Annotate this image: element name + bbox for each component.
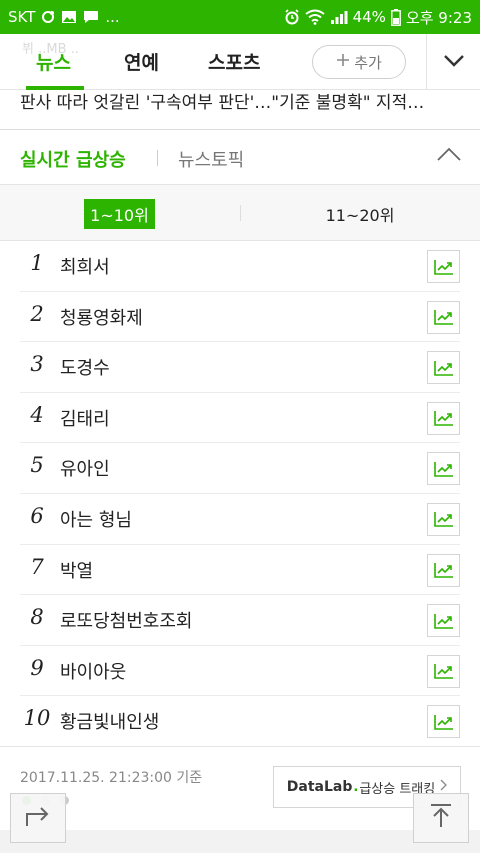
ranking-list: 1 최희서 2 청룡영화제 3 도경수 4 김태리 5 유아인 6 아는 형님 … <box>0 241 480 747</box>
clock: 오후 9:23 <box>405 8 472 27</box>
add-category-label: 추가 <box>354 53 382 72</box>
wifi-icon <box>304 9 325 25</box>
updated-timestamp: 2017.11.25. 21:23:00 기준 <box>20 770 203 786</box>
keyword-link[interactable]: 청룡영화제 <box>60 304 143 330</box>
ranking-row[interactable]: 5 유아인 <box>0 443 480 494</box>
trend-chart-icon[interactable] <box>427 300 460 334</box>
battery-icon <box>391 8 401 26</box>
datalab-dot: . <box>353 779 359 795</box>
chevron-up-icon[interactable] <box>436 146 462 166</box>
ranking-row[interactable]: 3 도경수 <box>0 342 480 393</box>
keyword-link[interactable]: 박열 <box>60 557 93 583</box>
tab-entertainment[interactable]: 연예 <box>124 48 159 75</box>
alarm-icon <box>284 9 300 25</box>
datalab-logo: DataLab <box>286 779 353 795</box>
ranking-row[interactable]: 6 아는 형님 <box>0 494 480 545</box>
range-tab-1-10[interactable]: 1~10위 <box>84 199 155 229</box>
more-notifications: ... <box>105 8 120 26</box>
ranking-row[interactable]: 4 김태리 <box>0 393 480 444</box>
category-tab-bar: 뷔 ..MB .. 뉴스 연예 스포츠 추가 <box>0 34 480 90</box>
tab-sports[interactable]: 스포츠 <box>208 48 260 75</box>
message-icon <box>83 10 99 24</box>
status-bar: SKT ... 44% 오후 9:23 <box>0 0 480 34</box>
divider <box>0 746 480 747</box>
trend-chart-icon[interactable] <box>427 553 460 587</box>
news-headline[interactable]: 판사 따라 엇갈린 '구속여부 판단'…"기준 불명확" 지적… <box>20 90 470 120</box>
keyword-link[interactable]: 아는 형님 <box>60 506 132 532</box>
ranking-row[interactable]: 8 로또당첨번호조회 <box>0 595 480 646</box>
rank-number: 5 <box>30 453 44 478</box>
add-category-button[interactable]: 추가 <box>312 45 406 79</box>
keyword-link[interactable]: 최희서 <box>60 253 110 279</box>
gallery-icon <box>61 10 77 24</box>
keyword-link[interactable]: 황금빛내인생 <box>60 708 159 734</box>
share-icon <box>24 804 52 832</box>
realtime-section-header: 실시간 급상승 뉴스토픽 <box>0 130 480 185</box>
rank-number: 2 <box>30 301 44 326</box>
divider <box>240 205 241 221</box>
scroll-top-button[interactable] <box>413 793 469 843</box>
trend-chart-icon[interactable] <box>427 401 460 435</box>
trend-chart-icon[interactable] <box>427 654 460 688</box>
keyword-link[interactable]: 바이아웃 <box>60 658 126 684</box>
range-tab-11-20[interactable]: 11~20위 <box>300 199 420 229</box>
rank-number: 4 <box>30 402 44 427</box>
rank-number: 10 <box>23 706 51 731</box>
trend-chart-icon[interactable] <box>427 351 460 385</box>
trend-chart-icon[interactable] <box>427 705 460 739</box>
keyword-link[interactable]: 도경수 <box>60 354 110 380</box>
next-section-edge <box>0 830 480 853</box>
rank-range-tabs: 1~10위 11~20위 <box>0 185 480 241</box>
ranking-row[interactable]: 10 황금빛내인생 <box>0 696 480 747</box>
plus-icon <box>336 53 350 71</box>
tab-news[interactable]: 뉴스 <box>36 48 71 75</box>
rank-number: 8 <box>30 605 44 630</box>
tab-realtime-rising[interactable]: 실시간 급상승 <box>20 146 126 172</box>
ranking-row[interactable]: 7 박열 <box>0 545 480 596</box>
rank-number: 6 <box>30 503 44 528</box>
sync-icon <box>41 10 55 24</box>
divider <box>157 150 158 166</box>
trend-chart-icon[interactable] <box>427 502 460 536</box>
battery-percent: 44% <box>352 8 386 26</box>
tab-news-topic[interactable]: 뉴스토픽 <box>178 146 244 172</box>
rank-number: 1 <box>30 251 44 275</box>
keyword-link[interactable]: 로또당첨번호조회 <box>60 607 192 633</box>
trend-chart-icon[interactable] <box>427 604 460 638</box>
category-dropdown-button[interactable] <box>426 34 480 90</box>
trend-chart-icon[interactable] <box>427 452 460 486</box>
ranking-row[interactable]: 2 청룡영화제 <box>0 292 480 343</box>
keyword-link[interactable]: 김태리 <box>60 405 110 431</box>
arrow-up-icon <box>429 803 453 833</box>
signal-icon <box>330 10 348 24</box>
ranking-row[interactable]: 1 최희서 <box>0 241 480 292</box>
carrier-label: SKT <box>8 8 36 26</box>
trend-chart-icon[interactable] <box>427 250 460 283</box>
rank-number: 7 <box>30 554 44 579</box>
share-button[interactable] <box>10 793 66 843</box>
chevron-down-icon <box>443 53 465 72</box>
rank-number: 3 <box>30 352 44 377</box>
rank-number: 9 <box>30 655 44 680</box>
keyword-link[interactable]: 유아인 <box>60 455 110 481</box>
ranking-row[interactable]: 9 바이아웃 <box>0 646 480 697</box>
